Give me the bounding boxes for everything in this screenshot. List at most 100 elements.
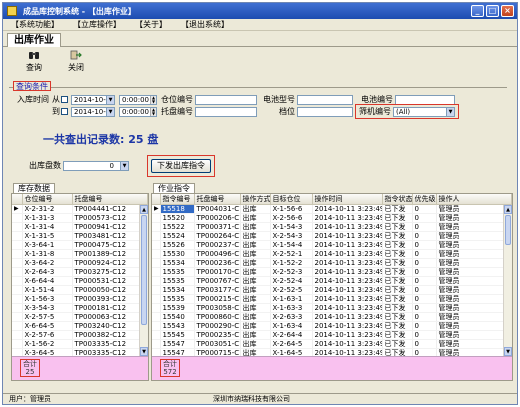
outbound-count-input[interactable]: 0 ▼ <box>63 161 129 171</box>
table-cell: 已下发 <box>382 330 413 340</box>
close-window-button[interactable]: × <box>501 5 514 17</box>
table-row[interactable]: X-6-64-5 TP003240-C12 <box>12 321 148 331</box>
close-tool-button[interactable]: 关闭 <box>61 49 91 77</box>
jobs-total-label: 合计 <box>163 360 177 368</box>
table-row[interactable]: 15535TP000215-C12出库X-1-63-12014-10-11 3:… <box>152 294 512 304</box>
scroll-thumb[interactable] <box>505 215 511 245</box>
table-cell: 0 <box>412 240 437 250</box>
maximize-button[interactable]: □ <box>486 5 499 17</box>
tab-job-commands[interactable]: 作业指令 <box>153 183 195 193</box>
menu-warehouse-ops[interactable]: 【立库操作】 <box>73 19 121 30</box>
table-row[interactable]: 15534TP000236-C12出库X-1-52-22014-10-11 3:… <box>152 258 512 268</box>
table-cell: TP000235-C12 <box>194 330 241 340</box>
pallet-input[interactable] <box>195 107 257 117</box>
column-header[interactable]: 操作方式 <box>240 194 271 205</box>
to-date-checkbox[interactable] <box>61 108 68 115</box>
chevron-down-icon[interactable]: ▼ <box>106 108 114 116</box>
send-outbound-button[interactable]: 下发出库指令 <box>151 159 211 173</box>
table-row[interactable]: X-1-31-4 TP000941-C12 <box>12 222 148 232</box>
column-header[interactable]: 仓位编号 <box>22 194 73 205</box>
scroll-up-icon[interactable]: ▲ <box>504 205 512 214</box>
table-row[interactable]: 15540TP000860-C12出库X-2-63-32014-10-11 3:… <box>152 312 512 322</box>
menu-about[interactable]: 【关于】 <box>135 19 167 30</box>
menu-exit[interactable]: 【退出系统】 <box>181 19 229 30</box>
column-header[interactable]: 托盘编号 <box>72 194 148 205</box>
table-row[interactable]: X-1-56-3 TP000393-C12 <box>12 294 148 304</box>
bin-select-value: (All) <box>396 108 411 116</box>
table-row[interactable]: 15524TP000264-C12出库X-2-54-32014-10-11 3:… <box>152 231 512 241</box>
table-cell: TP000170-C12 <box>194 267 241 277</box>
table-row[interactable]: X-2-57-6 TP000382-C12 <box>12 330 148 340</box>
column-header[interactable]: 托盘编号 <box>194 194 241 205</box>
chevron-down-icon[interactable]: ▼ <box>120 162 128 170</box>
table-cell: X-1-63-4 <box>270 321 313 331</box>
column-header[interactable]: 操作人 <box>436 194 512 205</box>
chevron-down-icon[interactable]: ▼ <box>446 108 454 116</box>
slot-input[interactable] <box>297 107 353 117</box>
stock-scrollbar[interactable]: ▲ ▼ <box>139 205 148 356</box>
scroll-thumb[interactable] <box>141 215 147 325</box>
table-row[interactable]: X-3-64-1 TP000475-C12 <box>12 240 148 250</box>
table-row[interactable]: 15535TP000170-C12出库X-2-52-32014-10-11 3:… <box>152 267 512 277</box>
table-row[interactable]: 15522TP000371-C12出库X-1-54-32014-10-11 3:… <box>152 222 512 232</box>
table-row[interactable]: 15530TP000496-C12出库X-2-52-12014-10-11 3:… <box>152 249 512 259</box>
spinner-icon[interactable]: ▲ ▼ <box>150 108 156 116</box>
table-row[interactable]: X-6-64-4 TP000531-C12 <box>12 276 148 286</box>
table-row[interactable]: 15543TP000290-C12出库X-1-63-42014-10-11 3:… <box>152 321 512 331</box>
from-date-checkbox[interactable] <box>61 96 68 103</box>
scroll-down-icon[interactable]: ▼ <box>504 347 512 356</box>
bin-select[interactable]: (All) ▼ <box>393 107 455 117</box>
table-cell: TP000496-C12 <box>194 249 241 259</box>
table-cell: X-1-51-4 <box>22 285 73 295</box>
scroll-down-icon[interactable]: ▼ <box>140 347 148 356</box>
table-cell: 管理员 <box>436 321 512 331</box>
table-row[interactable]: X-3-64-2 TP000924-C12 <box>12 258 148 268</box>
table-row[interactable]: 15526TP000237-C12出库X-1-54-42014-10-11 3:… <box>152 240 512 250</box>
table-row[interactable]: X-1-31-8 TP001389-C12 <box>12 249 148 259</box>
table-cell: 出库 <box>240 249 271 259</box>
query-button[interactable]: 查询 <box>19 49 49 77</box>
table-row[interactable]: 15520TP000206-C12出库X-2-56-62014-10-11 3:… <box>152 213 512 223</box>
tab-outbound[interactable]: 出库作业 <box>7 33 61 48</box>
table-row[interactable]: ▶15518TP004031-C12出库X-1-56-62014-10-11 3… <box>152 204 512 214</box>
table-cell: 出库 <box>240 258 271 268</box>
minimize-button[interactable]: _ <box>471 5 484 17</box>
column-header[interactable]: 指令状态 <box>382 194 413 205</box>
column-header[interactable]: 优先级 <box>412 194 437 205</box>
table-row[interactable]: X-1-56-2 TP003335-C12 <box>12 339 148 349</box>
from-date-input[interactable]: 2014-10-15 ▼ <box>71 95 115 105</box>
column-header[interactable]: 指令编号 <box>160 194 195 205</box>
table-row[interactable]: 15535TP000767-C12出库X-2-52-42014-10-11 3:… <box>152 276 512 286</box>
battery-type-input[interactable] <box>297 95 353 105</box>
row-indicator <box>12 303 23 313</box>
chevron-down-icon[interactable]: ▼ <box>106 96 114 104</box>
column-header[interactable]: 操作时间 <box>312 194 383 205</box>
to-date-input[interactable]: 2014-10-16 ▼ <box>71 107 115 117</box>
table-row[interactable]: 15545TP000235-C12出库X-2-64-42014-10-11 3:… <box>152 330 512 340</box>
table-row[interactable]: X-2-64-3 TP003275-C12 <box>12 267 148 277</box>
table-cell: 15524 <box>160 231 195 241</box>
table-cell: X-3-64-1 <box>22 240 73 250</box>
row-indicator <box>12 258 23 268</box>
spinner-icon[interactable]: ▲ ▼ <box>150 96 156 104</box>
tab-stock-data[interactable]: 库存数据 <box>13 183 55 193</box>
jobs-scrollbar[interactable]: ▲ ▼ <box>503 205 512 356</box>
table-row[interactable]: 15534TP003177-C12出库X-2-52-52014-10-11 3:… <box>152 285 512 295</box>
table-row[interactable]: X-1-51-4 TP000050-C12 <box>12 285 148 295</box>
table-row[interactable]: X-3-54-3 TP000181-C12 <box>12 303 148 313</box>
table-cell: 2014-10-11 3:23:49 <box>312 339 383 349</box>
table-row[interactable]: 15547TP003051-C12出库X-2-64-52014-10-11 3:… <box>152 339 512 349</box>
menu-system[interactable]: 【系统功能】 <box>11 19 59 30</box>
table-row[interactable]: X-1-31-3 TP000573-C12 <box>12 213 148 223</box>
from-time-input[interactable]: 0:00:00 ▲ ▼ <box>119 95 157 105</box>
table-row[interactable]: 15539TP003058-C12出库X-1-63-32014-10-11 3:… <box>152 303 512 313</box>
table-row[interactable]: X-1-31-5 TP003481-C12 <box>12 231 148 241</box>
table-row[interactable]: ▶ X-2-31-2 TP004441-C12 <box>12 204 148 214</box>
to-time-input[interactable]: 0:00:00 ▲ ▼ <box>119 107 157 117</box>
scroll-up-icon[interactable]: ▲ <box>140 205 148 214</box>
location-input[interactable] <box>195 95 257 105</box>
table-row[interactable]: X-2-57-5 TP000063-C12 <box>12 312 148 322</box>
table-cell: 2014-10-11 3:23:49 <box>312 303 383 313</box>
table-cell: 15539 <box>160 303 195 313</box>
column-header[interactable]: 目标仓位 <box>270 194 313 205</box>
